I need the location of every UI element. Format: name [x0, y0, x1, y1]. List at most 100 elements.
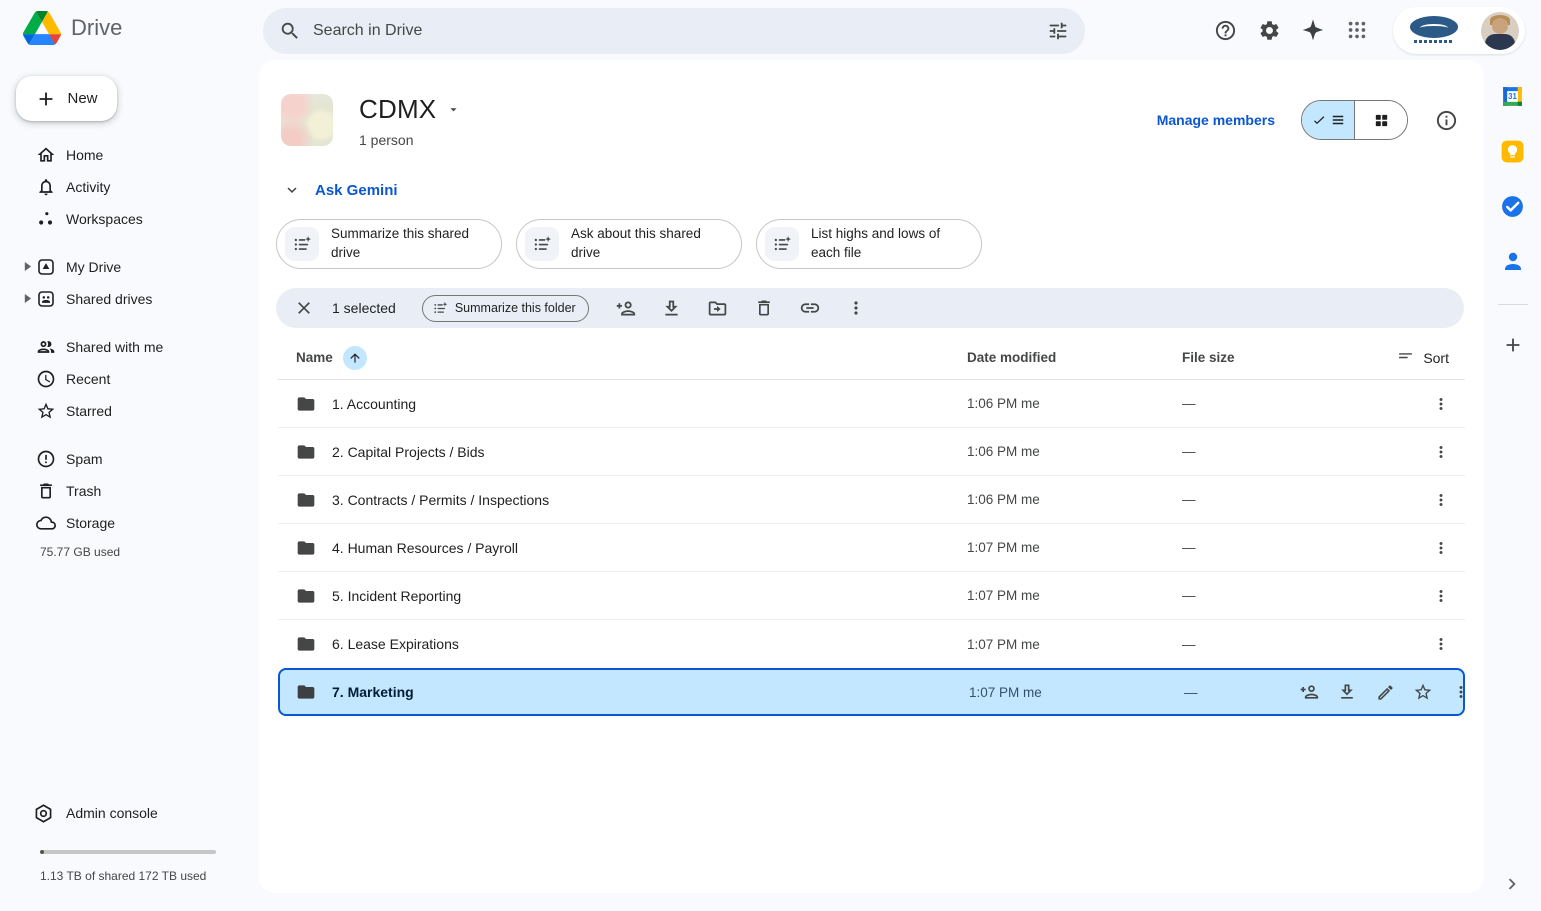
manage-members-link[interactable]: Manage members	[1157, 112, 1275, 128]
sidebar-item-starred[interactable]: Starred	[0, 395, 259, 427]
column-date-modified[interactable]: Date modified	[967, 350, 1182, 365]
search-bar[interactable]	[263, 8, 1085, 54]
drive-title-button[interactable]: CDMX	[359, 94, 461, 125]
chip-summarize-drive[interactable]: Summarize this shared drive	[276, 219, 502, 269]
sidebar-item-workspaces[interactable]: Workspaces	[0, 203, 259, 235]
sidebar-item-trash[interactable]: Trash	[0, 475, 259, 507]
share-button[interactable]	[615, 297, 637, 319]
sidebar-item-shared-drives[interactable]: Shared drives	[0, 283, 259, 315]
apps-grid-button[interactable]	[1345, 18, 1369, 42]
summarize-folder-button[interactable]: Summarize this folder	[421, 294, 589, 322]
help-button[interactable]	[1213, 18, 1237, 42]
hide-side-panel-button[interactable]	[1500, 872, 1524, 896]
more-actions-button[interactable]	[1431, 490, 1451, 510]
drive-logo[interactable]: Drive	[23, 11, 122, 45]
table-row[interactable]: 6. Lease Expirations 1:07 PM me —	[278, 620, 1465, 668]
table-row[interactable]: 1. Accounting 1:06 PM me —	[278, 380, 1465, 428]
copy-link-button[interactable]	[799, 297, 821, 319]
organization-logo	[1407, 15, 1461, 46]
folder-icon	[297, 637, 315, 651]
tasks-icon	[1502, 195, 1523, 217]
sidebar-item-spam[interactable]: Spam	[0, 443, 259, 475]
gear-icon	[1260, 20, 1278, 40]
table-row[interactable]: 3. Contracts / Permits / Inspections 1:0…	[278, 476, 1465, 524]
sidebar-item-label: My Drive	[66, 259, 122, 275]
more-actions-button[interactable]	[1431, 586, 1451, 606]
chip-ask-about-drive[interactable]: Ask about this shared drive	[516, 219, 742, 269]
sidebar-item-label: Home	[66, 147, 104, 163]
sidebar-item-recent[interactable]: Recent	[0, 363, 259, 395]
delete-button[interactable]	[753, 297, 775, 319]
more-actions-button[interactable]	[845, 297, 867, 319]
calendar-app-button[interactable]: 31	[1499, 82, 1527, 110]
chip-list-highs-lows[interactable]: List highs and lows of each file	[756, 219, 982, 269]
search-input[interactable]	[313, 22, 1035, 40]
table-row-selected[interactable]: 7. Marketing 1:07 PM me —	[278, 668, 1465, 716]
more-vertical-icon	[854, 301, 858, 315]
expand-caret-icon[interactable]	[23, 261, 32, 272]
sidebar-item-label: Shared with me	[66, 339, 164, 355]
drive-header: CDMX 1 person	[281, 94, 461, 148]
account-pill[interactable]	[1393, 7, 1525, 54]
table-row[interactable]: 2. Capital Projects / Bids 1:06 PM me —	[278, 428, 1465, 476]
star-button[interactable]	[1413, 682, 1433, 702]
pencil-icon	[1377, 684, 1393, 700]
clear-selection-button[interactable]	[292, 296, 316, 320]
sidebar-item-shared-with-me[interactable]: Shared with me	[0, 331, 259, 363]
file-name: 2. Capital Projects / Bids	[332, 443, 485, 460]
table-row[interactable]: 4. Human Resources / Payroll 1:07 PM me …	[278, 524, 1465, 572]
details-button[interactable]	[1434, 108, 1458, 132]
drive-triangle-icon	[23, 11, 61, 45]
grid-view-button[interactable]	[1355, 101, 1407, 139]
download-button[interactable]	[1337, 682, 1357, 702]
share-button[interactable]	[1299, 682, 1319, 702]
admin-console-link[interactable]: Admin console	[0, 797, 259, 829]
search-filters-icon[interactable]	[1047, 20, 1069, 42]
list-view-button[interactable]	[1302, 101, 1354, 139]
sort-direction-badge[interactable]	[342, 345, 367, 370]
new-button[interactable]: New	[16, 76, 117, 121]
table-row[interactable]: 5. Incident Reporting 1:07 PM me —	[278, 572, 1465, 620]
tasks-app-button[interactable]	[1499, 192, 1527, 220]
folder-icon	[297, 685, 315, 699]
gemini-button[interactable]	[1301, 18, 1325, 42]
more-actions-button[interactable]	[1431, 634, 1451, 654]
sidebar-item-label: Spam	[66, 451, 103, 467]
gemini-sparkle-icon	[1303, 19, 1323, 41]
shared-drives-icon	[38, 291, 54, 307]
more-actions-button[interactable]	[1451, 682, 1471, 702]
user-avatar[interactable]	[1481, 11, 1519, 50]
sidebar-item-my-drive[interactable]: My Drive	[0, 251, 259, 283]
contacts-app-button[interactable]	[1499, 247, 1527, 275]
download-icon	[665, 300, 678, 315]
more-actions-button[interactable]	[1431, 538, 1451, 558]
sidebar-item-storage[interactable]: Storage	[0, 507, 259, 539]
rename-button[interactable]	[1375, 682, 1395, 702]
clock-icon	[37, 370, 55, 388]
date-modified: 1:07 PM me	[967, 588, 1040, 603]
expand-caret-icon[interactable]	[23, 293, 32, 304]
more-vertical-icon	[1439, 493, 1443, 506]
add-apps-button[interactable]	[1499, 331, 1527, 359]
settings-button[interactable]	[1257, 18, 1281, 42]
column-file-size[interactable]: File size	[1182, 350, 1297, 365]
column-name[interactable]: Name	[278, 345, 967, 370]
sidebar-item-activity[interactable]: Activity	[0, 171, 259, 203]
folder-icon	[297, 588, 315, 603]
chip-label: List highs and lows of each file	[811, 226, 941, 260]
more-actions-button[interactable]	[1431, 442, 1451, 462]
summarize-folder-label: Summarize this folder	[454, 301, 576, 315]
trash-icon	[757, 300, 770, 316]
sort-label: Sort	[1423, 349, 1449, 366]
people-icon	[37, 341, 55, 353]
more-actions-button[interactable]	[1431, 394, 1451, 414]
ask-gemini-toggle[interactable]: Ask Gemini	[283, 181, 398, 199]
file-size: —	[1184, 684, 1198, 700]
topbar: Drive	[0, 0, 1541, 60]
more-vertical-icon	[1439, 638, 1443, 650]
sidebar-item-home[interactable]: Home	[0, 139, 259, 171]
keep-app-button[interactable]	[1499, 137, 1527, 165]
download-button[interactable]	[661, 297, 683, 319]
sort-button[interactable]: Sort	[1297, 349, 1465, 366]
move-button[interactable]	[707, 297, 729, 319]
